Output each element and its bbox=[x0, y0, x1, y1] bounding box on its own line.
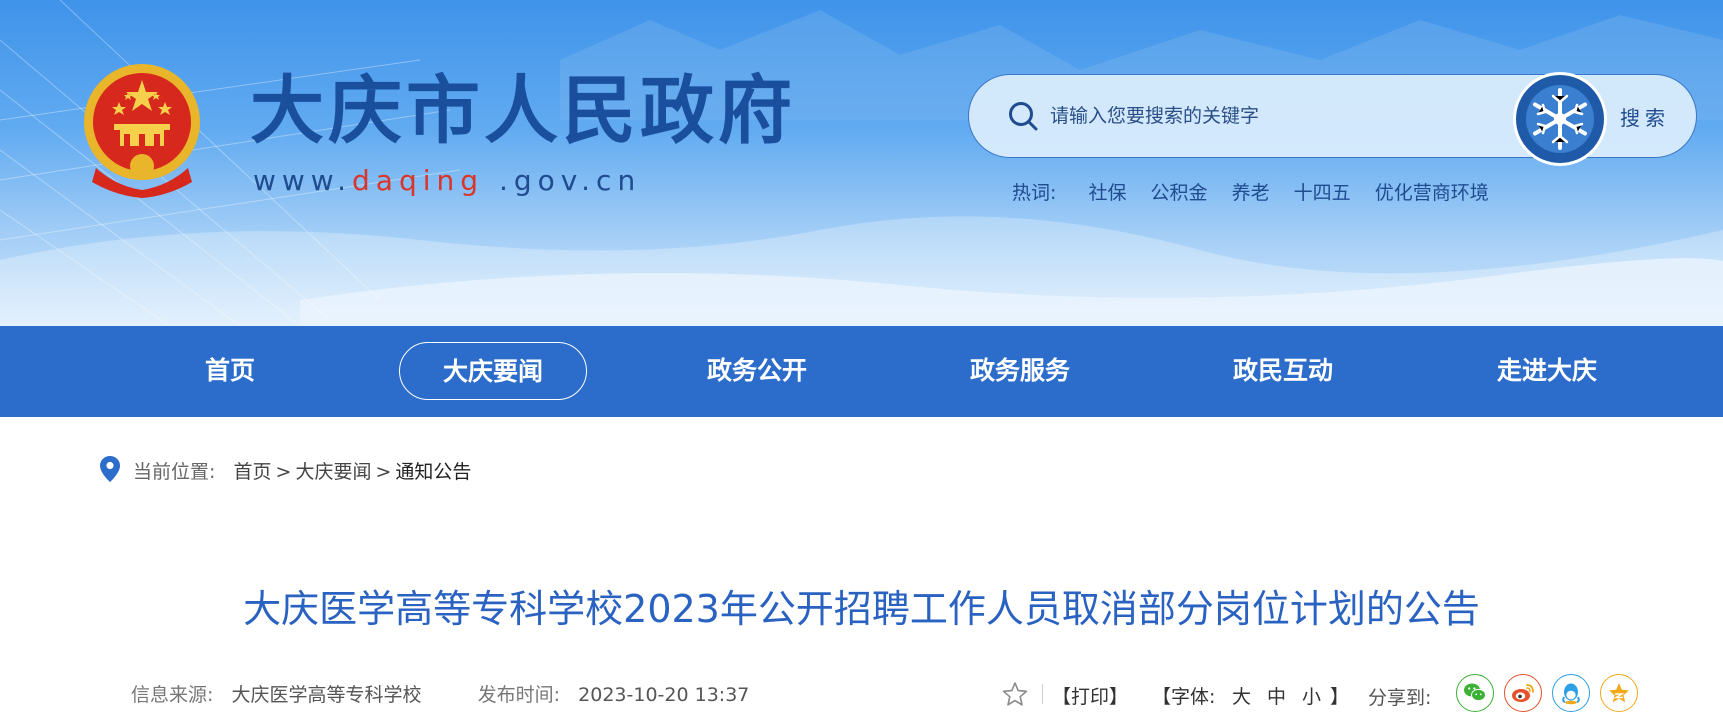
nav-item-daqing-news[interactable]: 大庆要闻 bbox=[399, 342, 587, 400]
hot-word-link[interactable]: 公积金 bbox=[1151, 182, 1208, 204]
share-wechat-button[interactable] bbox=[1456, 674, 1494, 712]
search-button[interactable]: 搜索 bbox=[1620, 100, 1684, 132]
font-size-close-bracket: 】 bbox=[1330, 686, 1350, 708]
article-title: 大庆医学高等专科学校2023年公开招聘工作人员取消部分岗位计划的公告 bbox=[243, 587, 1480, 631]
article-meta: 信息来源: 大庆医学高等专科学校 发布时间: 2023-10-20 13:37 bbox=[131, 680, 749, 707]
publish-time-label: 发布时间: bbox=[477, 684, 561, 706]
nav-item-home[interactable]: 首页 bbox=[160, 342, 300, 400]
qq-penguin-icon bbox=[1562, 683, 1580, 705]
header-background-art bbox=[0, 0, 1723, 326]
share-label: 分享到: bbox=[1368, 687, 1432, 709]
favorite-star-icon[interactable] bbox=[1002, 681, 1028, 707]
publish-time-value: 2023-10-20 13:37 bbox=[578, 684, 750, 706]
main-nav: 首页 大庆要闻 政务公开 政务服务 政民互动 走进大庆 bbox=[0, 326, 1723, 417]
qzone-star-icon bbox=[1609, 683, 1629, 703]
nav-item-gov-affairs-public[interactable]: 政务公开 bbox=[675, 342, 839, 400]
url-suffix: .gov.cn bbox=[484, 164, 642, 197]
url-highlight: daqing bbox=[352, 164, 485, 197]
site-header: 大庆市人民政府 www.daqing .gov.cn 搜索 热词: 社保 公积金… bbox=[0, 0, 1723, 326]
font-size-small-button[interactable]: 小 bbox=[1302, 682, 1321, 709]
hot-word-link[interactable]: 社保 bbox=[1088, 182, 1126, 204]
site-title: 大庆市人民政府 bbox=[250, 68, 796, 154]
hot-word-link[interactable]: 养老 bbox=[1232, 182, 1270, 204]
print-button[interactable]: 【打印】 bbox=[1052, 682, 1128, 709]
nav-item-public-interaction[interactable]: 政民互动 bbox=[1201, 342, 1365, 400]
weibo-icon bbox=[1512, 684, 1534, 702]
search-icon bbox=[1009, 102, 1038, 131]
breadcrumb-label: 当前位置: bbox=[133, 461, 216, 483]
font-size-medium-button[interactable]: 中 bbox=[1267, 682, 1286, 709]
breadcrumb-separator: > bbox=[275, 461, 292, 483]
breadcrumb-news-link[interactable]: 大庆要闻 bbox=[295, 461, 371, 483]
share-qzone-button[interactable] bbox=[1600, 674, 1638, 712]
share-weibo-button[interactable] bbox=[1504, 674, 1542, 712]
site-url: www.daqing .gov.cn bbox=[253, 164, 641, 197]
source-value: 大庆医学高等专科学校 bbox=[231, 684, 422, 706]
hot-words-label: 热词: bbox=[1012, 182, 1057, 204]
hot-word-link[interactable]: 优化营商环境 bbox=[1375, 182, 1489, 204]
nav-item-gov-services[interactable]: 政务服务 bbox=[938, 342, 1102, 400]
snowflake-badge-icon bbox=[1513, 72, 1607, 166]
hot-words: 热词: 社保 公积金 养老 十四五 优化营商环境 bbox=[1012, 178, 1507, 205]
location-pin-icon bbox=[100, 456, 120, 482]
breadcrumb-trail: 当前位置: 首页 > 大庆要闻 > 通知公告 bbox=[133, 457, 471, 484]
tools-divider bbox=[1042, 684, 1043, 704]
wechat-icon bbox=[1464, 683, 1486, 702]
breadcrumb-home-link[interactable]: 首页 bbox=[234, 461, 272, 483]
nav-item-about-daqing[interactable]: 走进大庆 bbox=[1465, 342, 1629, 400]
source-label: 信息来源: bbox=[131, 684, 214, 706]
breadcrumb-current: 通知公告 bbox=[395, 461, 472, 483]
share-qq-button[interactable] bbox=[1552, 674, 1590, 712]
search-input[interactable] bbox=[1050, 98, 1490, 134]
font-size-large-button[interactable]: 大 bbox=[1232, 682, 1251, 709]
hot-word-link[interactable]: 十四五 bbox=[1294, 182, 1351, 204]
url-prefix: www. bbox=[253, 164, 353, 197]
breadcrumb-separator: > bbox=[375, 461, 392, 483]
font-size-label: 【字体: bbox=[1152, 686, 1216, 708]
national-emblem-logo bbox=[84, 64, 200, 198]
